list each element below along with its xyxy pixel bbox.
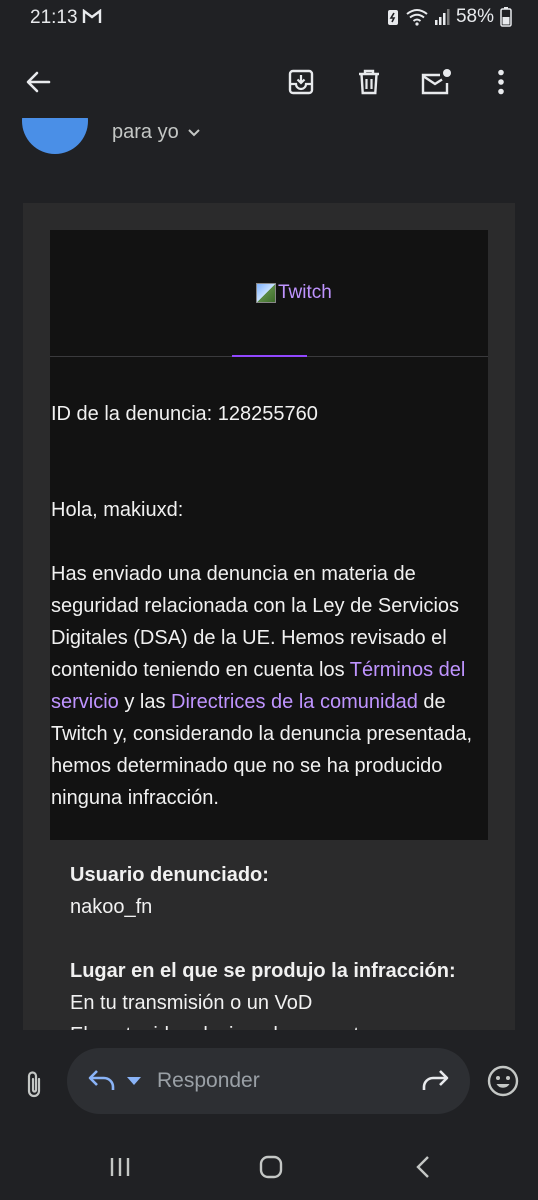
broken-image-icon [256,283,276,303]
attach-button[interactable] [14,1064,54,1104]
twitch-logo[interactable]: Twitch [256,282,332,304]
clock: 21:13 [30,7,78,28]
location-label: Lugar en el que se produjo la infracción… [70,960,456,982]
reported-user-label: Usuario denunciado: [70,864,269,886]
battery-percent: 58% [455,6,494,27]
logo-alt-text: Twitch [278,282,332,303]
forward-icon [422,1070,449,1090]
reply-bar: Responder [0,1030,538,1134]
report-id: ID de la denuncia: 128255760 [51,403,318,425]
arrow-back-icon [26,71,51,93]
system-navigation-bar [0,1134,538,1200]
email-body: Twitch ID de la denuncia: 128255760 Hola… [23,203,515,1033]
emoji-icon [487,1065,519,1097]
community-guidelines-link[interactable]: Directrices de la comunidad [171,691,418,713]
email-content-card: Twitch ID de la denuncia: 128255760 Hola… [50,230,488,840]
home-button[interactable] [251,1152,291,1182]
reply-placeholder: Responder [157,1069,260,1092]
battery-icon [500,7,512,27]
signal-icon [434,9,450,25]
main-paragraph: Has enviado una denuncia en materia de s… [51,558,487,814]
gmail-notification-icon [82,8,102,31]
greeting: Hola, makiuxd: [51,499,184,521]
wifi-icon [406,9,428,26]
reply-icon [88,1070,115,1090]
trash-icon [359,69,379,95]
archive-icon [288,69,314,95]
status-icons: 58% [386,6,512,28]
more-vert-icon [498,69,504,95]
location-value: En tu transmisión o un VoD [70,992,313,1014]
mark-unread-button[interactable] [416,62,456,102]
home-icon [259,1155,283,1179]
sender-header: para yo [0,118,538,178]
archive-button[interactable] [281,62,321,102]
battery-saver-icon [387,10,398,25]
back-button[interactable] [18,62,58,102]
accent-underline [232,355,307,357]
reply-options-caret-icon [127,1077,141,1085]
mark-unread-icon [421,69,451,95]
emoji-button[interactable] [486,1064,520,1103]
reply-input[interactable]: Responder [67,1048,470,1114]
more-options-button[interactable] [481,62,521,102]
toolbar [0,42,538,118]
status-bar: 21:13 58% [0,0,538,36]
back-nav-button[interactable] [403,1152,443,1182]
infraction-location-section: Lugar en el que se produjo la infracción… [70,955,456,1033]
paragraph-text: y las [118,691,172,713]
delete-button[interactable] [349,62,389,102]
sender-avatar[interactable] [22,118,88,154]
nav-back-icon [416,1156,429,1178]
attachment-icon [27,1071,41,1098]
recents-icon [110,1158,130,1176]
recipient-label: para yo [112,121,179,143]
reported-user-section: Usuario denunciado: nakoo_fn [70,859,269,923]
recent-apps-button[interactable] [100,1152,140,1182]
recipient-details-toggle[interactable]: para yo [112,121,201,144]
reported-user-value: nakoo_fn [70,896,153,918]
chevron-down-icon [188,128,200,136]
